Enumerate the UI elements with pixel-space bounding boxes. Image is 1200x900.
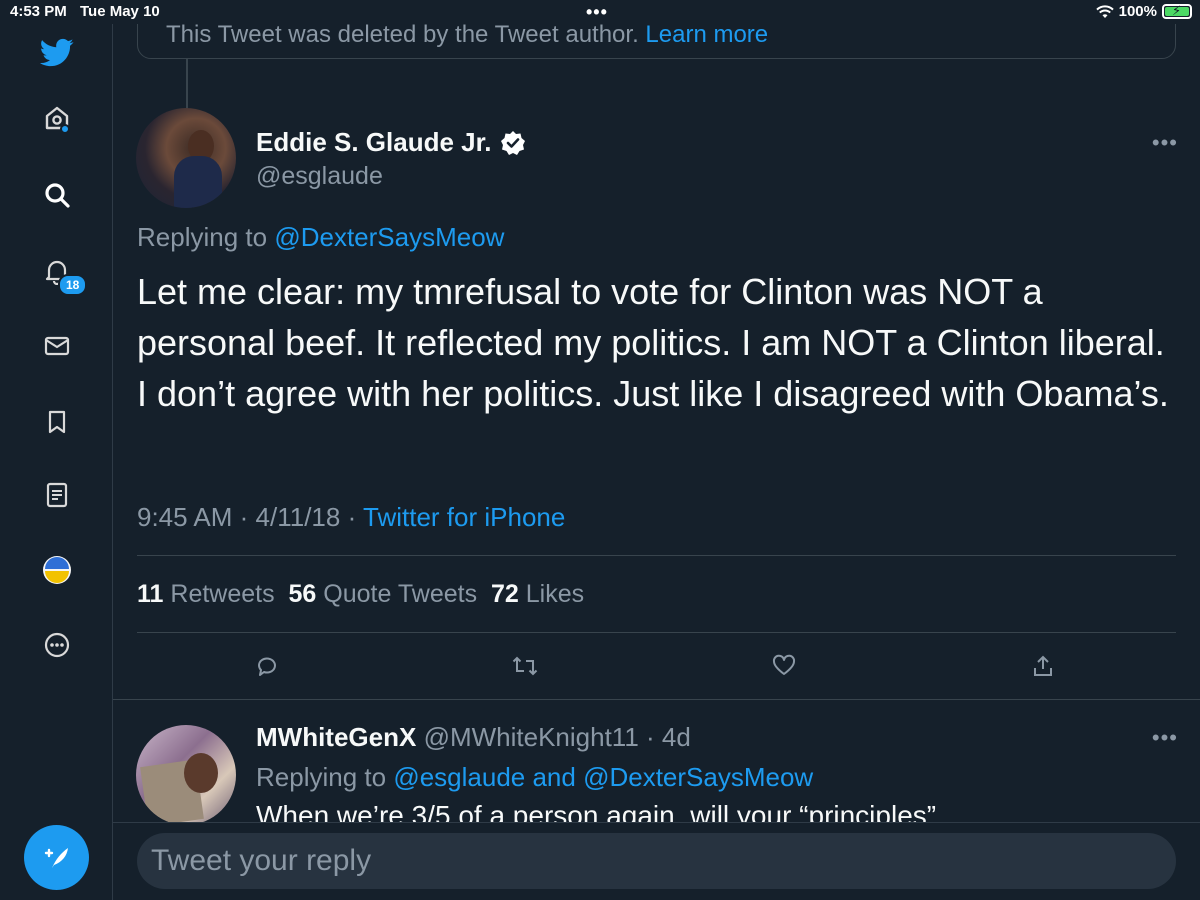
divider bbox=[137, 555, 1176, 556]
tweet-more-icon[interactable]: ••• bbox=[1152, 130, 1178, 156]
learn-more-link[interactable]: Learn more bbox=[645, 24, 768, 48]
tweet-stats: 11 Retweets 56 Quote Tweets 72 Likes bbox=[137, 580, 584, 609]
thread-connector-line bbox=[186, 59, 188, 109]
multitasking-dots[interactable]: ••• bbox=[586, 2, 608, 23]
retweet-icon[interactable] bbox=[511, 652, 539, 680]
reply-composer bbox=[113, 822, 1200, 900]
tweet-body: Let me clear: my tmrefusal to vote for C… bbox=[137, 271, 1169, 414]
battery-icon: ⚡ bbox=[1162, 3, 1192, 19]
likes-stat[interactable]: 72 Likes bbox=[491, 580, 584, 608]
deleted-tweet-notice: This Tweet was deleted by the Tweet auth… bbox=[137, 24, 1176, 59]
reply-author-handle[interactable]: @MWhiteKnight11 bbox=[424, 722, 639, 752]
reply-author-name[interactable]: MWhiteGenX bbox=[256, 722, 416, 752]
lists-icon[interactable] bbox=[38, 476, 76, 514]
reply-mentions-link[interactable]: @esglaude and @DexterSaysMeow bbox=[393, 762, 813, 792]
home-unread-dot bbox=[60, 124, 70, 134]
bookmark-icon[interactable] bbox=[38, 403, 76, 441]
search-icon[interactable] bbox=[38, 176, 76, 214]
status-bar: 4:53 PM Tue May 10 ••• 100% ⚡ bbox=[0, 0, 1200, 24]
reply-header: MWhiteGenX @MWhiteKnight11 · 4d bbox=[256, 722, 691, 752]
quote-tweets-stat[interactable]: 56 Quote Tweets bbox=[289, 580, 478, 608]
notification-count-badge: 18 bbox=[58, 274, 88, 296]
tweet-detail: This Tweet was deleted by the Tweet auth… bbox=[113, 24, 1200, 900]
status-right: 100% ⚡ bbox=[1095, 3, 1192, 20]
home-icon[interactable] bbox=[38, 99, 76, 137]
reply-age[interactable]: 4d bbox=[662, 722, 691, 752]
divider bbox=[113, 699, 1200, 700]
tweet-reply-input[interactable] bbox=[137, 833, 1176, 889]
deleted-notice-text: This Tweet was deleted by the Tweet auth… bbox=[166, 24, 639, 48]
compose-tweet-button[interactable] bbox=[24, 825, 89, 890]
twitter-logo-icon[interactable] bbox=[38, 34, 76, 72]
more-options-icon[interactable] bbox=[38, 626, 76, 664]
tweet-time[interactable]: 9:45 AM bbox=[137, 502, 232, 532]
tweet-meta: 9:45 AM · 4/11/18 · Twitter for iPhone bbox=[137, 502, 566, 532]
status-time: 4:53 PM bbox=[10, 3, 67, 20]
replying-mention-link[interactable]: @DexterSaysMeow bbox=[274, 222, 504, 252]
messages-envelope-icon[interactable] bbox=[38, 327, 76, 365]
reply-more-icon[interactable]: ••• bbox=[1152, 725, 1178, 751]
author-avatar[interactable] bbox=[136, 108, 236, 208]
like-heart-icon[interactable] bbox=[770, 652, 798, 680]
tweet-source-link[interactable]: Twitter for iPhone bbox=[363, 502, 565, 532]
replying-prefix: Replying to bbox=[137, 222, 268, 252]
battery-percent: 100% bbox=[1118, 3, 1157, 20]
author-handle[interactable]: @esglaude bbox=[256, 162, 383, 191]
author-name[interactable]: Eddie S. Glaude Jr. bbox=[256, 127, 526, 158]
reply-author-avatar[interactable] bbox=[136, 725, 236, 825]
reply-icon[interactable] bbox=[253, 652, 281, 680]
compose-feather-icon bbox=[44, 847, 68, 868]
reply-replying-to-line: Replying to @esglaude and @DexterSaysMeo… bbox=[256, 762, 813, 793]
verified-badge-icon bbox=[500, 130, 525, 155]
tweet-date[interactable]: 4/11/18 bbox=[256, 502, 341, 532]
share-icon[interactable] bbox=[1029, 652, 1057, 680]
status-date: Tue May 10 bbox=[80, 3, 160, 20]
retweets-stat[interactable]: 11 Retweets bbox=[137, 580, 275, 608]
reply-replying-prefix: Replying to bbox=[256, 762, 387, 792]
profile-avatar-icon[interactable] bbox=[38, 551, 76, 589]
author-name-text: Eddie S. Glaude Jr. bbox=[256, 127, 492, 157]
wifi-icon bbox=[1095, 4, 1114, 18]
sidebar: 18 bbox=[0, 24, 113, 900]
replying-to-line: Replying to @DexterSaysMeow bbox=[137, 222, 504, 253]
divider bbox=[137, 632, 1176, 633]
